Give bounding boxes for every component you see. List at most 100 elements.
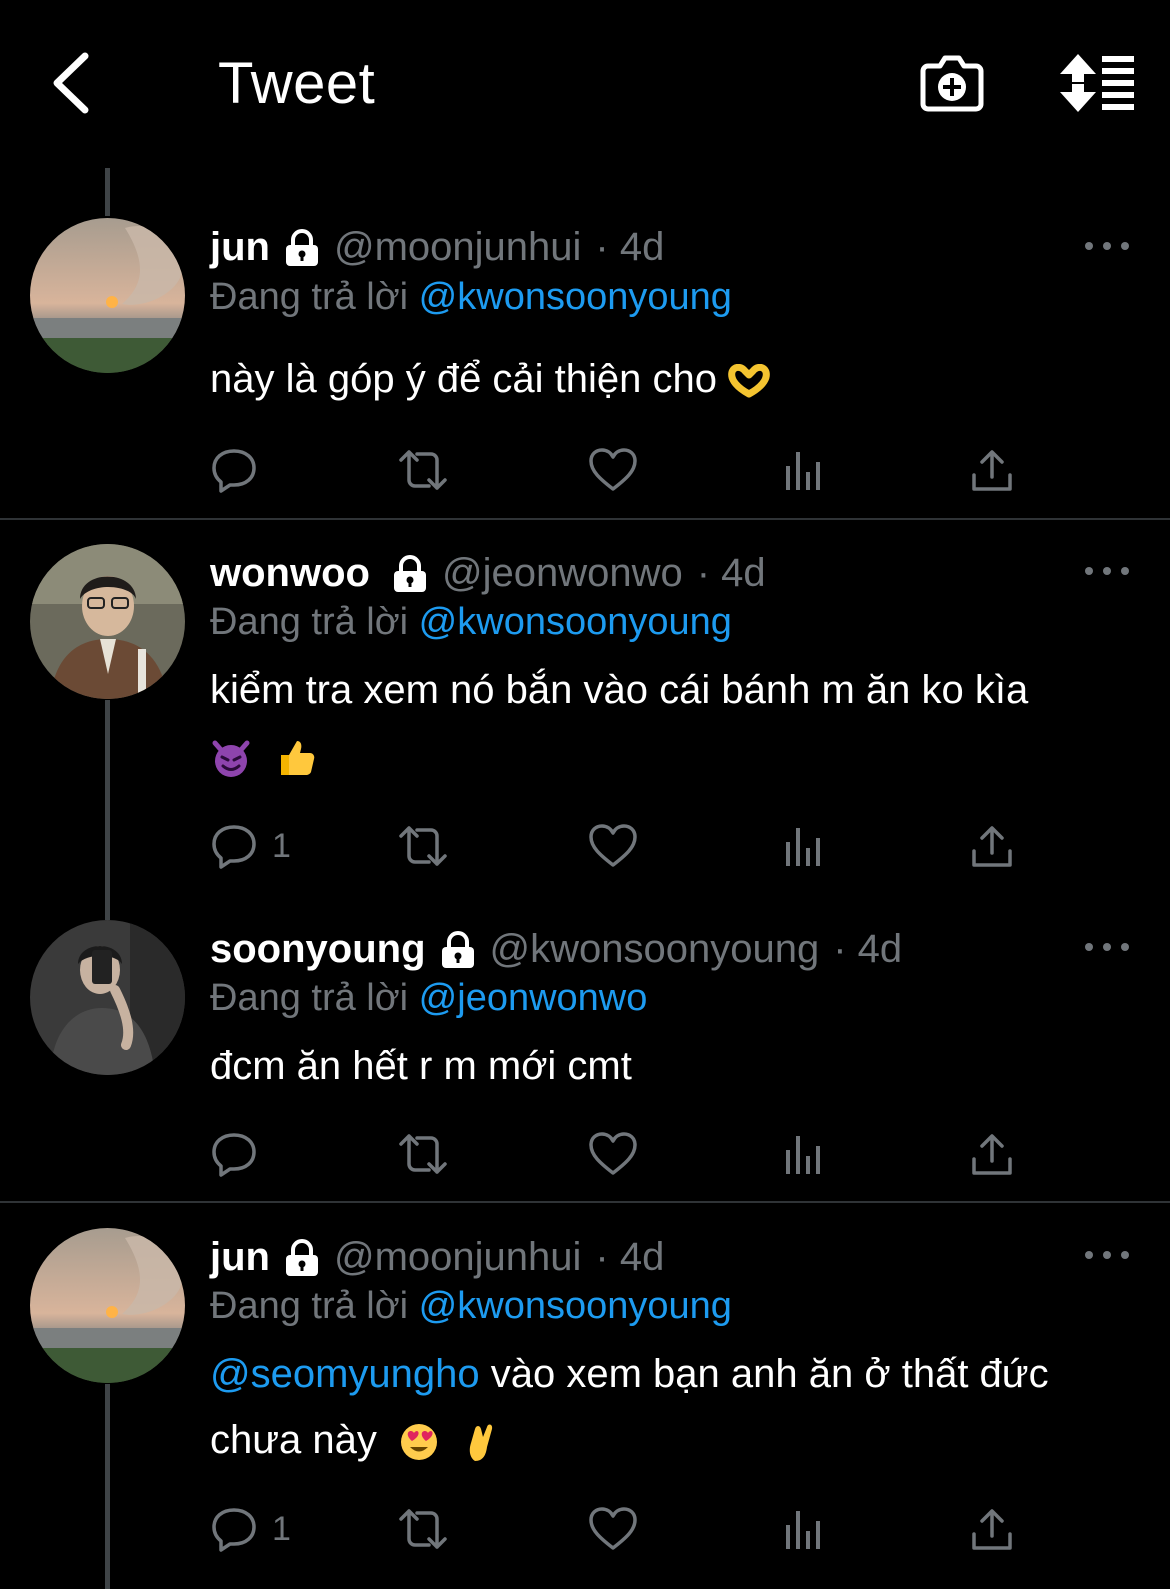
lock-icon — [441, 930, 474, 968]
replying-to: Đang trả lời @kwonsoonyoung — [210, 601, 732, 644]
heart-eyes-emoji — [401, 1424, 437, 1461]
thumbs-up-emoji — [281, 741, 315, 776]
chevron-left-icon — [53, 52, 89, 114]
reply-mention-link[interactable]: @jeonwonwo — [419, 977, 648, 1019]
avatar[interactable] — [30, 544, 185, 699]
display-name[interactable]: wonwoo — [210, 551, 370, 596]
reply-icon — [212, 449, 256, 493]
reply-button[interactable]: 1 — [210, 816, 291, 876]
lock-icon — [285, 228, 318, 266]
reply-button[interactable]: 1 — [210, 1499, 291, 1559]
camera-button[interactable] — [920, 52, 984, 114]
avatar[interactable] — [30, 218, 185, 373]
share-icon — [972, 826, 1012, 867]
timestamp: · 4d — [696, 551, 766, 595]
sunset-avatar-image — [30, 218, 185, 373]
lock-icon — [285, 1238, 318, 1276]
share-icon — [972, 1509, 1012, 1550]
person-avatar-image — [30, 544, 185, 699]
tweet-text: kiểm tra xem nó bắn vào cái bánh m ăn ko… — [210, 657, 1140, 789]
back-button[interactable] — [40, 48, 100, 118]
retweet-icon — [399, 826, 447, 866]
reply-count: 1 — [272, 826, 291, 865]
replying-to: Đang trả lời @kwonsoonyoung — [210, 1285, 732, 1328]
smiling-devil-emoji — [212, 740, 250, 778]
tweet-text: đcm ăn hết r m mới cmt — [210, 1033, 1140, 1099]
like-button[interactable] — [588, 816, 638, 876]
user-handle[interactable]: @kwonsoonyoung — [490, 927, 820, 972]
reply-mention-link[interactable]: @kwonsoonyoung — [419, 601, 732, 643]
more-options-button[interactable] — [1085, 1245, 1129, 1265]
analytics-button[interactable] — [782, 440, 826, 500]
reply-icon — [212, 1508, 256, 1552]
like-button[interactable] — [588, 440, 638, 500]
user-handle[interactable]: @moonjunhui — [334, 1235, 581, 1280]
display-name[interactable]: jun — [210, 225, 270, 270]
divider — [0, 1201, 1170, 1203]
reply-icon — [212, 1133, 256, 1177]
more-options-button[interactable] — [1085, 561, 1129, 581]
heart-icon — [589, 1507, 637, 1550]
crossed-fingers-emoji — [469, 1424, 493, 1462]
sunset-avatar-image — [30, 1228, 185, 1383]
tweet-actions: 1 — [210, 816, 1060, 876]
reply-mention-link[interactable]: @kwonsoonyoung — [419, 1285, 732, 1327]
tweet-text: này là góp ý để cải thiện cho — [210, 346, 1140, 412]
retweet-button[interactable] — [395, 816, 451, 876]
thread-line — [105, 168, 110, 216]
tweet-header: soonyoung @kwonsoonyoung · 4d — [210, 927, 902, 972]
tweet-header: jun @moonjunhui · 4d — [210, 225, 664, 270]
thread-line — [105, 1384, 110, 1589]
retweet-icon — [399, 1509, 447, 1549]
retweet-icon — [399, 450, 447, 490]
reply-button[interactable] — [210, 1124, 272, 1184]
like-button[interactable] — [588, 1499, 638, 1559]
replying-to-label: Đang trả lời — [210, 977, 409, 1019]
lock-icon — [393, 554, 426, 592]
heart-icon — [589, 1132, 637, 1175]
reply-count: 1 — [272, 1509, 291, 1548]
like-button[interactable] — [588, 1124, 638, 1184]
analytics-icon — [786, 1136, 820, 1174]
heart-icon — [589, 824, 637, 867]
reply-mention-link[interactable]: @kwonsoonyoung — [419, 276, 732, 318]
analytics-icon — [786, 828, 820, 866]
user-handle[interactable]: @jeonwonwo — [442, 551, 683, 596]
user-handle[interactable]: @moonjunhui — [334, 225, 581, 270]
inline-mention-link[interactable]: @seomyungho — [210, 1352, 480, 1396]
replying-to-label: Đang trả lời — [210, 1285, 409, 1327]
top-bar: Tweet — [0, 0, 1170, 165]
retweet-button[interactable] — [395, 1124, 451, 1184]
more-options-button[interactable] — [1085, 236, 1129, 256]
sort-button[interactable] — [1058, 52, 1136, 114]
retweet-button[interactable] — [395, 1499, 451, 1559]
share-button[interactable] — [970, 1499, 1014, 1559]
share-button[interactable] — [970, 440, 1014, 500]
more-options-button[interactable] — [1085, 937, 1129, 957]
analytics-button[interactable] — [782, 1499, 826, 1559]
tweet-text: @seomyungho vào xem bạn anh ăn ở thất đứ… — [210, 1341, 1140, 1473]
retweet-button[interactable] — [395, 440, 451, 500]
tweet-header: jun @moonjunhui · 4d — [210, 1235, 664, 1280]
avatar[interactable] — [30, 1228, 185, 1383]
display-name[interactable]: soonyoung — [210, 927, 426, 972]
thread-line — [105, 700, 110, 920]
tweet-actions: 1 — [210, 1499, 1060, 1559]
display-name[interactable]: jun — [210, 1235, 270, 1280]
analytics-button[interactable] — [782, 1124, 826, 1184]
timestamp: · 4d — [833, 927, 903, 971]
tweet-actions — [210, 1124, 1060, 1184]
retweet-icon — [399, 1134, 447, 1174]
analytics-icon — [786, 1511, 820, 1549]
reply-button[interactable] — [210, 440, 272, 500]
share-button[interactable] — [970, 816, 1014, 876]
share-button[interactable] — [970, 1124, 1014, 1184]
replying-to-label: Đang trả lời — [210, 276, 409, 318]
timestamp: · 4d — [595, 225, 665, 269]
divider — [0, 518, 1170, 520]
avatar[interactable] — [30, 920, 185, 1075]
heart-icon — [589, 448, 637, 491]
page-title: Tweet — [218, 51, 376, 116]
heart-hands-emoji — [728, 364, 770, 398]
analytics-button[interactable] — [782, 816, 826, 876]
